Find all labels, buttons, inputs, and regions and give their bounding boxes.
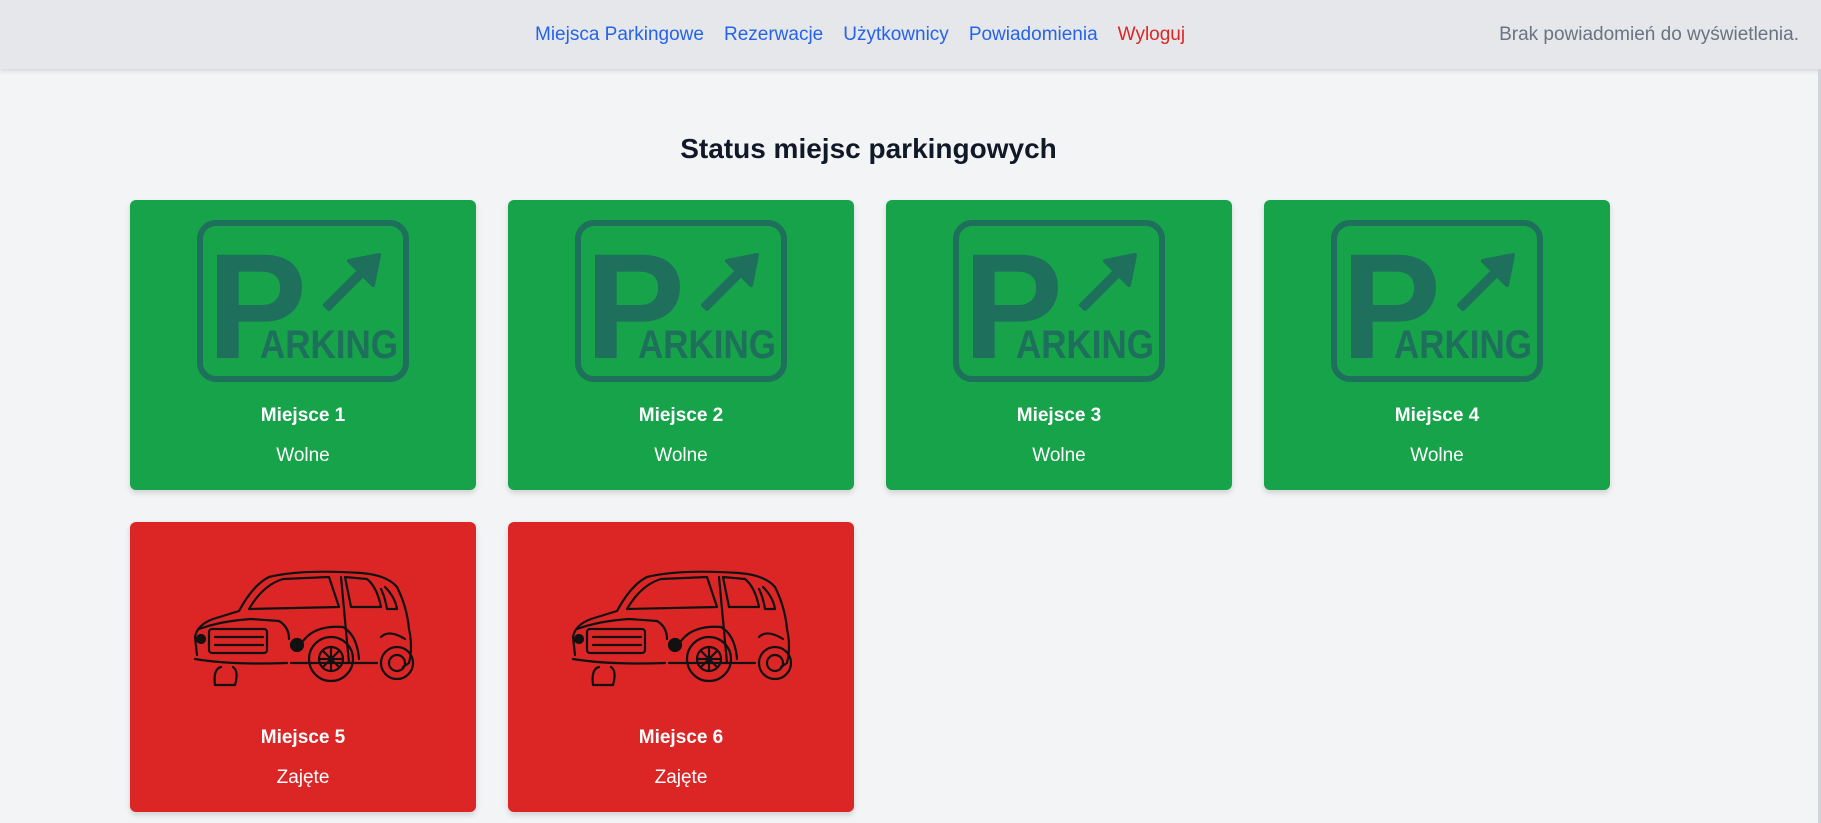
- page-title: Status miejsc parkingowych: [680, 133, 1057, 164]
- car-icon: [571, 570, 793, 687]
- parking-spot-grid: P ARKING Miejsce 1 Wolne P ARKING Miejsc…: [130, 200, 1610, 812]
- parking-spot-name: Miejsce 2: [638, 405, 724, 426]
- parking-spot-name: Miejsce 3: [1016, 405, 1102, 426]
- parking-spot-card-2[interactable]: P ARKING Miejsce 2 Wolne: [508, 200, 854, 490]
- parking-spot-name: Miejsce 6: [638, 727, 724, 748]
- parking-spot-name: Miejsce 5: [260, 727, 346, 748]
- parking-spot-name: Miejsce 1: [260, 405, 346, 426]
- svg-text:ARKING: ARKING: [260, 323, 398, 367]
- nav-link-miejsca-parkingowe[interactable]: Miejsca Parkingowe: [535, 24, 704, 46]
- parking-spot-card-6[interactable]: Miejsce 6 Zajęte: [508, 522, 854, 812]
- svg-text:ARKING: ARKING: [638, 323, 776, 367]
- nav-links: Miejsca Parkingowe Rezerwacje Użytkownic…: [535, 0, 1185, 69]
- parking-sign-icon: P ARKING: [197, 220, 409, 382]
- parking-sign-icon: P ARKING: [1331, 220, 1543, 382]
- parking-spot-status: Zajęte: [276, 767, 330, 788]
- svg-text:ARKING: ARKING: [1016, 323, 1154, 367]
- parking-spot-card-1[interactable]: P ARKING Miejsce 1 Wolne: [130, 200, 476, 490]
- car-icon: [193, 570, 415, 687]
- nav-link-uzytkownicy[interactable]: Użytkownicy: [843, 24, 949, 46]
- parking-spot-status: Wolne: [654, 445, 708, 466]
- page: Miejsca Parkingowe Rezerwacje Użytkownic…: [0, 0, 1821, 823]
- top-navbar: Miejsca Parkingowe Rezerwacje Użytkownic…: [0, 0, 1821, 69]
- parking-spot-card-4[interactable]: P ARKING Miejsce 4 Wolne: [1264, 200, 1610, 490]
- nav-link-powiadomienia[interactable]: Powiadomienia: [969, 24, 1098, 46]
- parking-spot-status: Wolne: [1032, 445, 1086, 466]
- svg-text:ARKING: ARKING: [1394, 323, 1532, 367]
- parking-spot-status: Wolne: [1410, 445, 1464, 466]
- logout-link[interactable]: Wyloguj: [1118, 24, 1185, 46]
- nav-link-rezerwacje[interactable]: Rezerwacje: [724, 24, 823, 46]
- parking-spot-card-5[interactable]: Miejsce 5 Zajęte: [130, 522, 476, 812]
- parking-spot-status: Wolne: [276, 445, 330, 466]
- parking-sign-icon: P ARKING: [575, 220, 787, 382]
- parking-sign-icon: P ARKING: [953, 220, 1165, 382]
- notification-status-text: Brak powiadomień do wyświetlenia.: [1499, 23, 1799, 45]
- parking-spot-name: Miejsce 4: [1394, 405, 1480, 426]
- parking-spot-status: Zajęte: [654, 767, 708, 788]
- parking-spot-card-3[interactable]: P ARKING Miejsce 3 Wolne: [886, 200, 1232, 490]
